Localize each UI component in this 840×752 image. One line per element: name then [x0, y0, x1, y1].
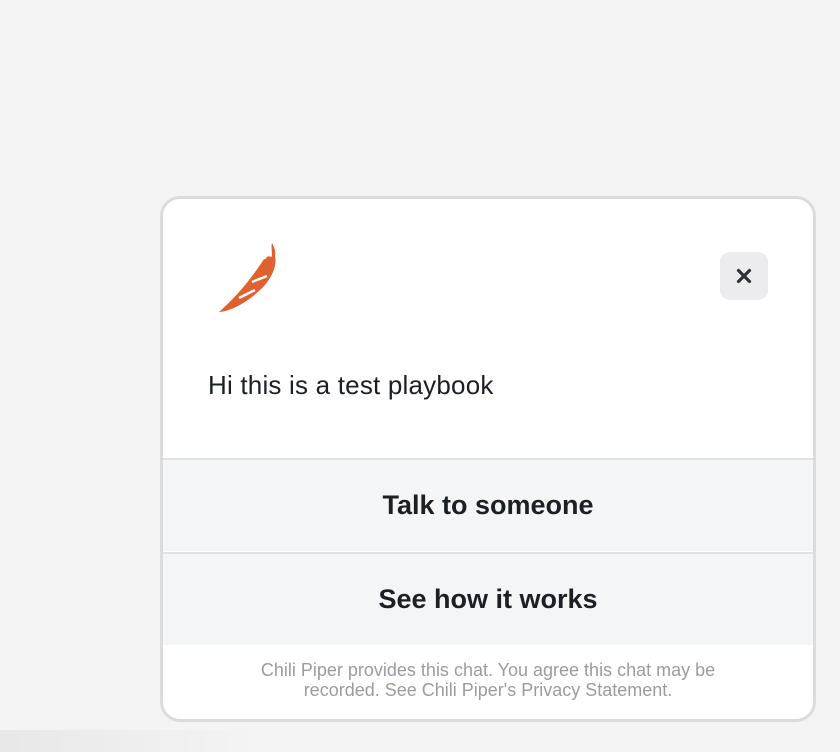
chili-pepper-icon [217, 243, 281, 315]
privacy-disclaimer: Chili Piper provides this chat. You agre… [163, 660, 813, 700]
chat-message: Hi this is a test playbook [208, 370, 494, 400]
disclaimer-line-1: Chili Piper provides this chat. You agre… [260, 660, 716, 680]
close-icon [736, 268, 752, 284]
talk-to-someone-button[interactable]: Talk to someone [163, 458, 813, 551]
see-how-it-works-button[interactable]: See how it works [163, 552, 813, 645]
bottom-shade [0, 730, 260, 752]
disclaimer-line-2[interactable]: recorded. See Chili Piper's Privacy Stat… [163, 680, 813, 700]
chat-widget: Hi this is a test playbook Talk to someo… [160, 196, 816, 722]
close-button[interactable] [720, 252, 768, 300]
